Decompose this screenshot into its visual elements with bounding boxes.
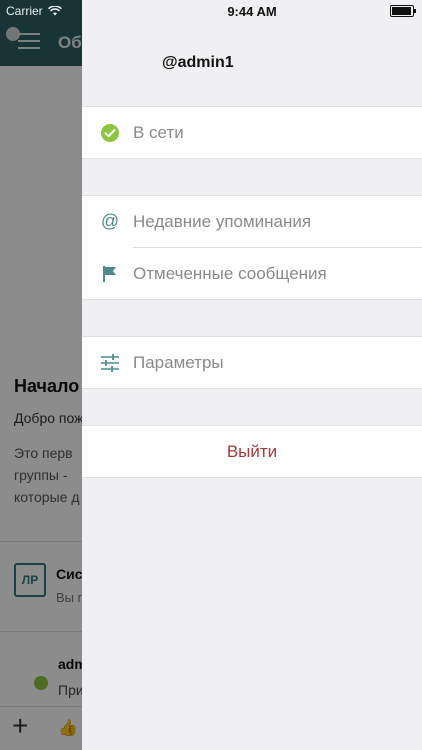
logout-group: Выйти	[82, 425, 422, 478]
carrier-label: Carrier	[6, 4, 43, 18]
settings-label: Параметры	[133, 352, 224, 372]
clock: 9:44 AM	[227, 4, 277, 19]
status-online-row[interactable]: В сети	[82, 107, 422, 158]
flagged-messages-label: Отмеченные сообщения	[133, 263, 327, 283]
side-drawer: 9:44 AM @admin1 В сети @ Недавние упомин…	[82, 0, 422, 750]
flag-icon	[100, 264, 120, 284]
sliders-icon	[100, 353, 120, 373]
drawer-header[interactable]: @admin1	[82, 24, 422, 106]
status-group: В сети	[82, 106, 422, 159]
battery-icon	[390, 5, 416, 17]
carrier-indicator: Carrier	[6, 4, 62, 18]
username: @admin1	[162, 54, 234, 71]
wifi-icon	[47, 6, 62, 16]
settings-item[interactable]: Параметры	[82, 337, 422, 388]
settings-group: Параметры	[82, 336, 422, 389]
online-check-icon	[100, 123, 120, 143]
status-bar: 9:44 AM	[82, 0, 422, 24]
mentions-group: @ Недавние упоминания Отмеченные сообщен…	[82, 195, 422, 300]
svg-text:@: @	[101, 212, 119, 231]
recent-mentions-item[interactable]: @ Недавние упоминания	[82, 196, 422, 247]
logout-button[interactable]: Выйти	[82, 426, 422, 477]
flagged-messages-item[interactable]: Отмеченные сообщения	[82, 248, 422, 299]
at-icon: @	[100, 212, 120, 232]
recent-mentions-label: Недавние упоминания	[133, 211, 312, 231]
status-label: В сети	[133, 122, 184, 142]
